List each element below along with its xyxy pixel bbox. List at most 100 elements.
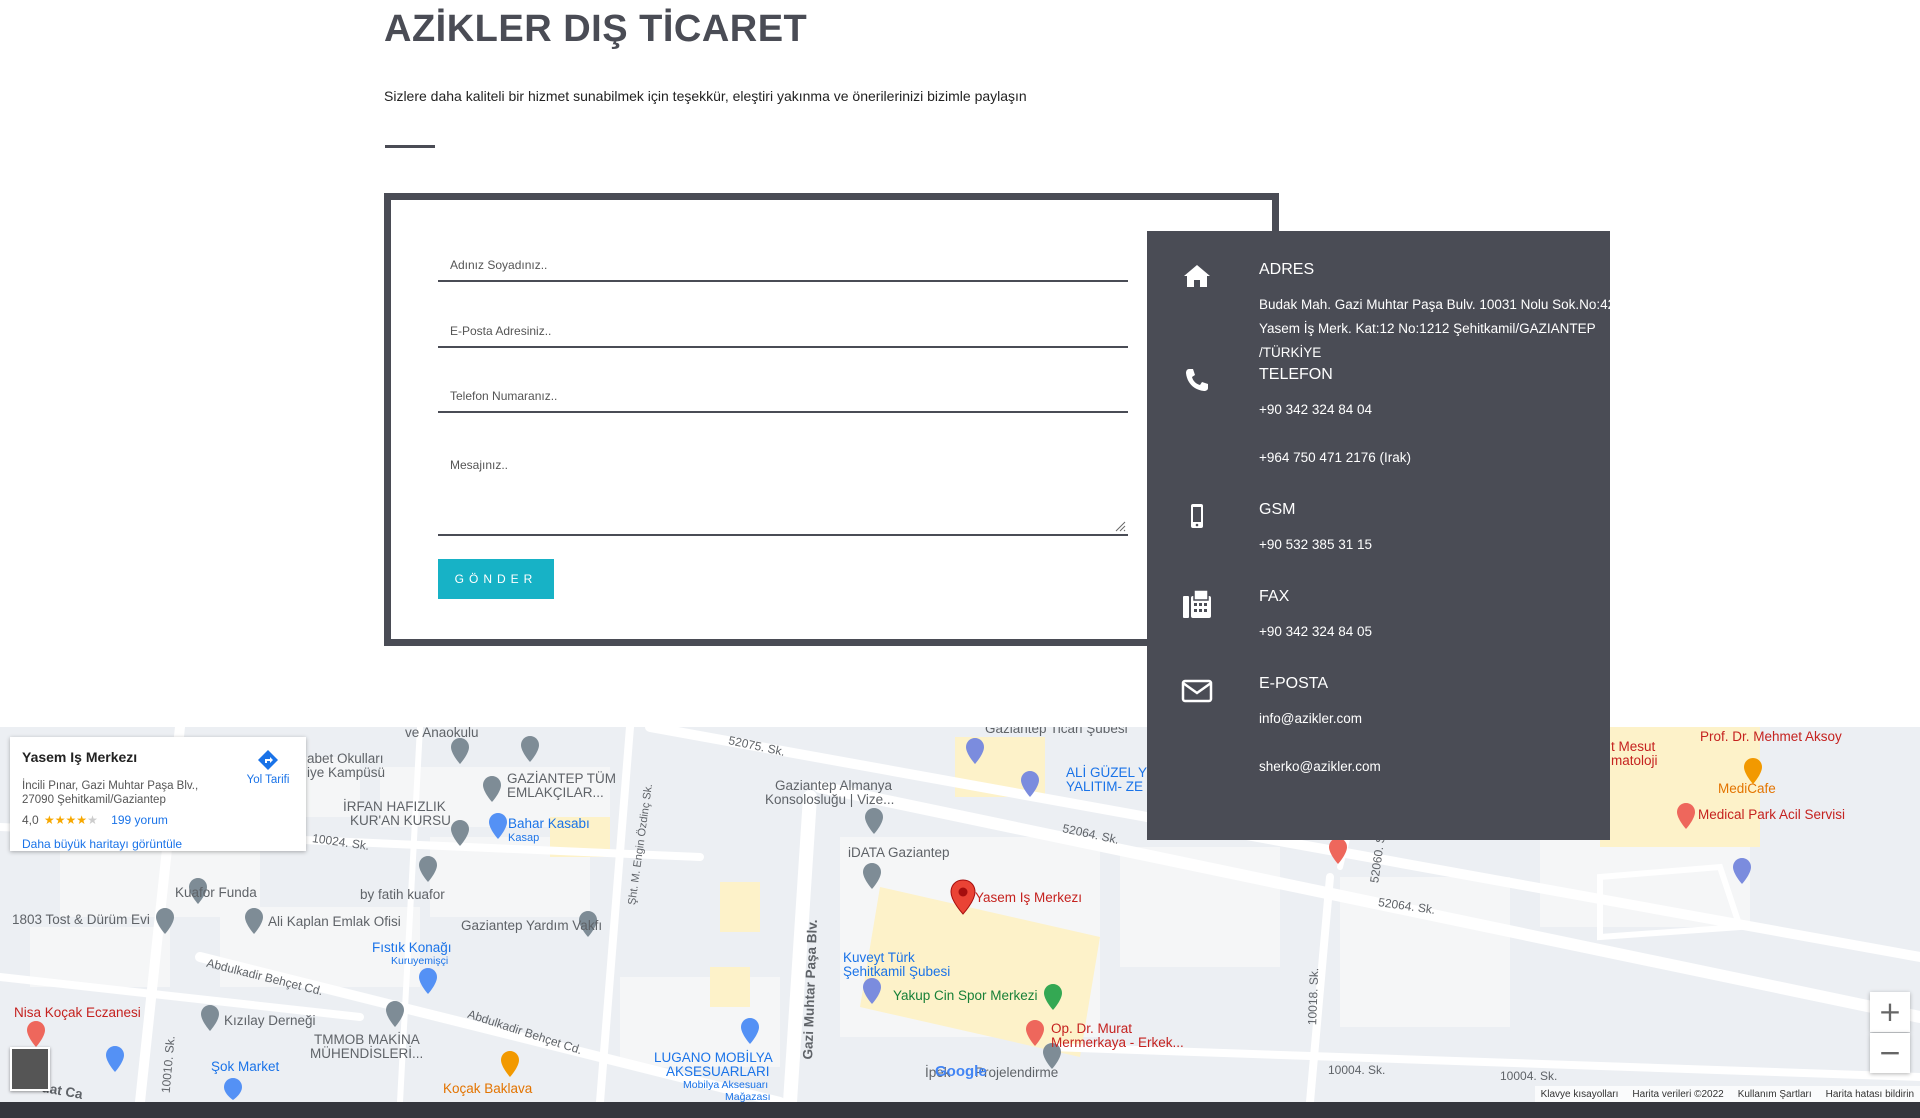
parking-pin-icon [1733, 858, 1751, 884]
map-label: Op. Dr. Murat [1051, 1021, 1133, 1036]
street-label: 10004. Sk. [1328, 1063, 1386, 1077]
map-label: MÜHENDİSLERİ... [310, 1046, 424, 1061]
phone-input[interactable] [438, 381, 1128, 411]
place-info-card: Yasem Iş Merkezı İncili Pınar, Gazi Muht… [10, 737, 306, 851]
directions-label: Yol Tarifi [246, 774, 290, 786]
terms-link[interactable]: Kullanım Şartları [1738, 1089, 1812, 1100]
map-label: Kasap [508, 832, 540, 844]
bigger-map-link[interactable]: Daha büyük haritayı görüntüle [22, 837, 182, 851]
map-label: Gaziantep Yardım Vakfı [461, 918, 603, 933]
place-address-line2: 27090 Şehitkamil/Gaziantep [22, 794, 166, 806]
zoom-in-button[interactable]: + [1870, 992, 1910, 1032]
fax-icon [1179, 588, 1215, 620]
phone-icon [1179, 366, 1215, 394]
red-location-pin-icon[interactable] [950, 879, 976, 915]
map-label: EMLAKÇILAR... [507, 785, 604, 800]
phone-value-2: +964 750 471 2176 (Irak) [1259, 450, 1411, 465]
map-label: t Mesut [1611, 739, 1656, 754]
map-data-text: Harita verileri ©2022 [1632, 1088, 1724, 1100]
map-label: Mağazası [725, 1091, 771, 1102]
kasap-pin-icon [489, 813, 507, 839]
tost-pin-icon [156, 908, 174, 934]
map-label: Gaziantep Almanya [775, 778, 893, 793]
hospital-h-pin-icon [1329, 838, 1347, 864]
page-title: AZİKLER DIŞ TİCARET [384, 8, 808, 50]
directions-icon [258, 750, 278, 770]
fax-label: FAX [1259, 588, 1290, 605]
map-label: Kuruyemişçi [391, 955, 449, 967]
google-logo: Google [935, 1063, 987, 1080]
page-subtitle: Sizlere daha kaliteli bir hizmet sunabil… [384, 88, 1027, 104]
phone-label: TELEFON [1259, 366, 1333, 383]
envelope-icon [1179, 679, 1215, 703]
rating-stars-icon: ★★★★ [44, 813, 88, 827]
sok-pin-icon [224, 1078, 242, 1100]
address-line3: /TÜRKİYE [1259, 345, 1322, 360]
place-address: İncili Pınar, Gazi Muhtar Paşa Blv., 270… [22, 779, 222, 807]
idata-pin-icon [863, 863, 881, 889]
keyboard-shortcuts-link[interactable]: Klavye kısayolları [1541, 1089, 1619, 1100]
food-pin-icon [501, 1051, 519, 1077]
map-label: Şehitkamil Şubesi [843, 964, 951, 979]
submit-button[interactable]: GÖNDER [438, 559, 554, 599]
emlak-pin-icon [483, 776, 501, 802]
message-textarea[interactable] [438, 446, 1128, 530]
title-divider [385, 145, 435, 148]
map-label: ALİ GÜZEL Y [1066, 765, 1148, 780]
map-label: İRFAN HAFIZLIK [343, 799, 446, 814]
kurs-pin-icon [451, 820, 469, 846]
email-input[interactable] [438, 316, 1128, 346]
resize-grip-icon[interactable] [1114, 520, 1126, 532]
place-address-line1: İncili Pınar, Gazi Muhtar Paşa Blv., [22, 780, 199, 792]
map-label: Nisa Koçak Eczanesi [14, 1005, 141, 1020]
phone-field-wrap [438, 381, 1128, 413]
map-label: Kızılay Derneği [224, 1013, 316, 1028]
tmmob-pin-icon [386, 1001, 404, 1027]
zoom-out-button[interactable]: − [1870, 1033, 1910, 1073]
map-label: iye Kampüsü [307, 765, 386, 780]
report-error-link[interactable]: Harita hatası bildirin [1826, 1089, 1914, 1100]
footer-bar [0, 1102, 1920, 1118]
map-footer: Klavye kısayolları Harita verileri ©2022… [1534, 1086, 1920, 1102]
email-value-1: info@azikler.com [1259, 711, 1362, 726]
map-label: Şok Market [211, 1059, 280, 1074]
consulate-pin-icon [865, 808, 883, 834]
map-label: 1803 Tost & Dürüm Evi [12, 912, 150, 927]
map-label: Gaziantep Ticari Şubesi [985, 727, 1128, 736]
gsm-value: +90 532 385 31 15 [1259, 537, 1372, 552]
map-label: TMMOB MAKİNA [314, 1032, 420, 1047]
message-field-wrap [438, 446, 1128, 536]
place-rating: 4,0 ★★★★★ 199 yorum [22, 813, 168, 827]
map-label: AKSESUARLARI [666, 1064, 770, 1079]
mobile-icon [1179, 503, 1215, 529]
name-input[interactable] [438, 250, 1128, 280]
street-label: 10004. Sk. [1500, 1069, 1558, 1083]
reviews-link[interactable]: 199 yorum [111, 813, 168, 827]
medical-pin-icon [1677, 803, 1695, 829]
map-label: Prof. Dr. Mehmet Aksoy [1700, 729, 1842, 744]
ali-guzel-pin-icon [1021, 771, 1039, 797]
map-label: abet Okulları [307, 751, 384, 766]
gsm-label: GSM [1259, 501, 1296, 518]
directions-button[interactable]: Yol Tarifi [240, 749, 296, 786]
email-field-wrap [438, 316, 1128, 348]
map-label: Kuafor Funda [175, 885, 257, 900]
fax-value: +90 342 324 84 05 [1259, 624, 1372, 639]
contact-form: GÖNDER [384, 193, 1279, 646]
map-label: Projelendirme [975, 1065, 1059, 1080]
address-line2: Yasem İş Merk. Kat:12 No:1212 Şehitkamil… [1259, 321, 1596, 336]
school-pin-icon [521, 736, 539, 762]
map-label: Fıstık Konağı [372, 940, 452, 955]
map-label: Ali Kaplan Emlak Ofisi [268, 914, 401, 929]
street-view-pegman-icon[interactable] [10, 1047, 50, 1091]
ticari-pin-icon [966, 738, 984, 764]
street-label: 10018. Sk. [1305, 967, 1322, 1026]
pharmacy-pin-icon [27, 1021, 45, 1047]
map-label: by fatih kuafor [360, 887, 445, 902]
place-title: Yasem Iş Merkezı [22, 749, 138, 765]
emlak-ofisi-pin-icon [245, 908, 263, 934]
map-embed[interactable]: Yasem Iş Merkezı İncili Pınar, Gazi Muht… [0, 727, 1920, 1102]
rating-star-empty-icon: ★ [87, 813, 98, 827]
rating-value: 4,0 [22, 813, 39, 827]
home-icon [1179, 263, 1215, 289]
